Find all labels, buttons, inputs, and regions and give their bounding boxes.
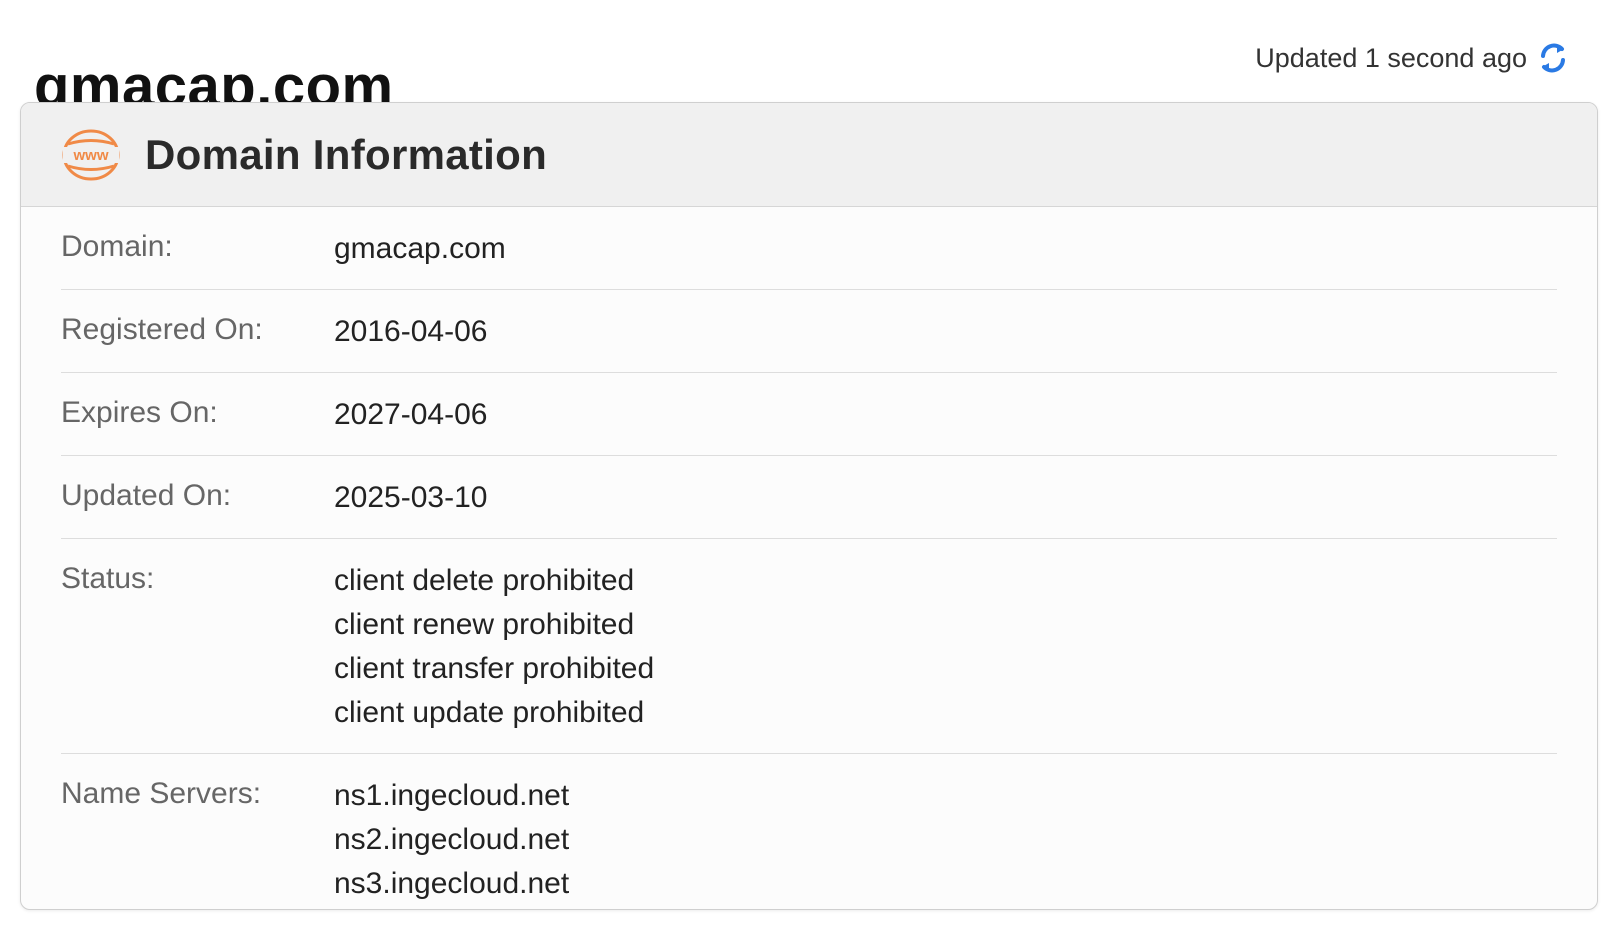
registered-on-value: 2016-04-06 <box>334 315 488 348</box>
status-value: client transfer prohibited <box>334 652 655 685</box>
row-values: 2025-03-10 <box>334 476 487 520</box>
domain-information-card: www Domain Information Domain: gmacap.co… <box>20 102 1598 910</box>
status-value: client renew prohibited <box>334 608 635 641</box>
row-values: 2016-04-06 <box>334 310 487 354</box>
card-header: www Domain Information <box>21 103 1597 207</box>
name-server-value: ns2.ingecloud.net <box>334 823 570 856</box>
row-label: Name Servers: <box>61 777 262 810</box>
last-updated-indicator: Updated 1 second ago <box>1255 40 1569 76</box>
info-row-domain: Domain: gmacap.com <box>61 207 1557 290</box>
row-values: 2027-04-06 <box>334 393 487 437</box>
row-label: Registered On: <box>61 313 263 346</box>
row-label: Updated On: <box>61 479 232 512</box>
last-updated-text: Updated 1 second ago <box>1255 42 1527 73</box>
row-label: Status: <box>61 562 155 595</box>
status-value: client delete prohibited <box>334 564 635 597</box>
refresh-icon[interactable] <box>1537 40 1569 76</box>
row-values: ns1.ingecloud.net ns2.ingecloud.net ns3.… <box>334 774 569 906</box>
info-row-name-servers: Name Servers: ns1.ingecloud.net ns2.inge… <box>61 754 1557 909</box>
status-value: client update prohibited <box>334 696 645 729</box>
row-label: Domain: <box>61 230 173 263</box>
domain-value: gmacap.com <box>334 232 506 265</box>
row-values: gmacap.com <box>334 227 506 271</box>
updated-on-value: 2025-03-10 <box>334 481 488 514</box>
info-row-updated-on: Updated On: 2025-03-10 <box>61 456 1557 539</box>
card-title: Domain Information <box>145 130 548 178</box>
domain-info-rows: Domain: gmacap.com Registered On: 2016-0… <box>21 207 1597 909</box>
www-globe-icon: www <box>61 127 121 183</box>
name-server-value: ns1.ingecloud.net <box>334 779 570 812</box>
info-row-registered-on: Registered On: 2016-04-06 <box>61 290 1557 373</box>
www-icon-text: www <box>72 147 108 164</box>
info-row-expires-on: Expires On: 2027-04-06 <box>61 373 1557 456</box>
name-server-value: ns3.ingecloud.net <box>334 867 570 900</box>
expires-on-value: 2027-04-06 <box>334 398 488 431</box>
row-values: client delete prohibited client renew pr… <box>334 559 654 735</box>
row-label: Expires On: <box>61 396 218 429</box>
info-row-status: Status: client delete prohibited client … <box>61 539 1557 754</box>
